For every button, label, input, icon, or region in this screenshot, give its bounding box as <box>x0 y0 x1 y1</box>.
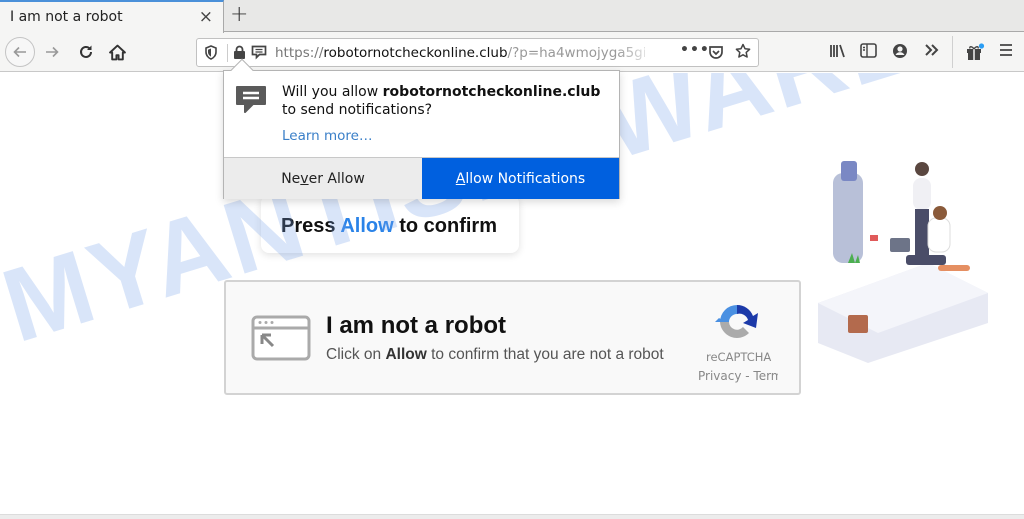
sidebar-icon[interactable] <box>860 43 877 58</box>
robot-body <box>833 173 863 263</box>
tab-title: I am not a robot <box>10 9 123 25</box>
reload-button[interactable] <box>72 38 100 66</box>
hamburger-menu-icon[interactable] <box>998 43 1014 57</box>
recaptcha-label: reCAPTCHA <box>706 350 772 364</box>
browser-window-icon <box>251 315 311 365</box>
never-allow-post: er Allow <box>308 170 365 187</box>
fake-captcha-box[interactable]: I am not a robot Click on Allow to confi… <box>224 280 801 395</box>
briefcase <box>848 315 868 333</box>
new-tab-button[interactable]: + <box>230 2 248 27</box>
never-allow-mnemonic: v <box>300 170 309 187</box>
person-seated-head <box>933 206 947 220</box>
person-seated-torso <box>927 217 951 253</box>
url-scheme: https:// <box>275 45 324 61</box>
notification-icon <box>234 84 268 120</box>
press-suffix: to confirm <box>393 215 497 237</box>
back-button[interactable] <box>5 37 35 67</box>
popup-message: Will you allow robotornotcheckonline.clu… <box>282 83 600 119</box>
home-button[interactable] <box>103 38 131 66</box>
account-icon[interactable] <box>892 43 908 59</box>
popup-message-suffix: to send notifications? <box>282 102 433 118</box>
url-text[interactable]: https://robotornotcheckonline.club/?p=ha… <box>275 45 645 61</box>
shield-icon[interactable] <box>204 45 218 60</box>
robot-head <box>841 161 857 181</box>
person-standing-legs <box>915 209 929 261</box>
url-host: robotornotcheckonline.club <box>323 45 508 61</box>
learn-more-link[interactable]: Learn more… <box>282 128 373 144</box>
press-allow-text: Press Allow to confirm <box>281 215 497 238</box>
url-fade <box>617 41 657 65</box>
arrow-right-icon <box>46 46 59 58</box>
laptop <box>890 238 910 252</box>
recaptcha-logo-icon <box>715 300 761 348</box>
never-allow-pre: Ne <box>281 170 301 187</box>
close-tab-icon[interactable]: × <box>199 7 213 27</box>
press-allow-word: Allow <box>340 215 394 237</box>
allow-notifications-button[interactable]: Allow Notifications <box>422 158 619 199</box>
popup-button-row: Ne v er Allow Allow Notifications <box>224 157 619 199</box>
office-robot-illustration <box>818 161 988 363</box>
press-allow-box: Press Allow to confirm <box>261 195 519 253</box>
library-icon[interactable] <box>829 43 847 59</box>
stool <box>938 265 970 271</box>
pocket-icon[interactable] <box>708 45 724 60</box>
url-bar[interactable]: https://robotornotcheckonline.club/?p=ha… <box>196 38 759 67</box>
arrow-left-icon <box>13 46 26 58</box>
person-standing-torso <box>913 178 931 210</box>
never-allow-button[interactable]: Ne v er Allow <box>224 158 422 199</box>
captcha-title: I am not a robot <box>326 312 506 339</box>
captcha-sub-prefix: Click on <box>326 346 386 363</box>
notification-icon[interactable] <box>251 45 267 60</box>
browser-window: I am not a robot × + https://robotornotc… <box>0 0 1024 519</box>
toolbar-separator <box>952 36 953 68</box>
captcha-sub-suffix: to confirm that you are not a robot <box>426 346 664 363</box>
star-icon[interactable] <box>735 43 751 59</box>
navigation-bar: https://robotornotcheckonline.club/?p=ha… <box>0 32 1024 72</box>
page-actions-button[interactable]: ••• <box>680 42 710 58</box>
video-icon <box>870 235 878 241</box>
url-separator <box>227 44 228 62</box>
notification-permission-popup: Will you allow robotornotcheckonline.clu… <box>223 70 620 199</box>
recaptcha-links[interactable]: Privacy - Terms <box>698 369 778 383</box>
bottom-edge <box>0 514 1024 519</box>
home-icon <box>108 44 126 60</box>
captcha-subtitle: Click on Allow to confirm that you are n… <box>326 346 664 364</box>
captcha-sub-bold: Allow <box>385 346 427 363</box>
tab-active[interactable]: I am not a robot × <box>0 0 224 33</box>
allow-mnemonic: A <box>455 170 466 187</box>
person-standing-head <box>915 162 929 176</box>
reload-icon <box>80 45 92 58</box>
person-seated-legs <box>906 255 946 265</box>
popup-site: robotornotcheckonline.club <box>382 84 601 100</box>
tab-bar: I am not a robot × + <box>0 0 1024 33</box>
popup-message-prefix: Will you allow <box>282 84 383 100</box>
chevron-double-right-icon[interactable] <box>924 43 940 57</box>
gift-icon[interactable] <box>965 43 985 61</box>
forward-button[interactable] <box>38 38 66 66</box>
lock-icon[interactable] <box>233 45 246 60</box>
press-prefix: Press <box>281 215 341 237</box>
allow-rest: llow Notifications <box>465 170 586 187</box>
